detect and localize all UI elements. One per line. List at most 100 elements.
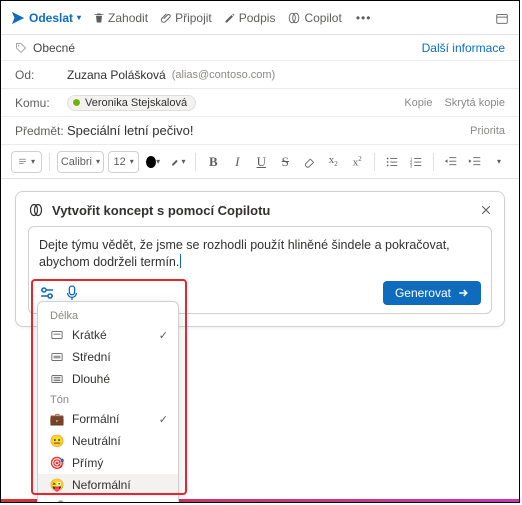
tone-option-direct[interactable]: 🎯 Přímý xyxy=(38,452,178,474)
prompt-value: Dejte týmu vědět, že jsme se rozhodli po… xyxy=(39,238,450,269)
discard-label: Zahodit xyxy=(108,11,148,25)
format-toolbar: ▾ Calibri ▾ 12 ▾ ▾ ▾ B I U S x2 x2 123 ▾ xyxy=(1,145,519,179)
length-long-icon xyxy=(50,374,64,384)
copilot-label: Copilot xyxy=(304,11,341,25)
signature-button[interactable]: Podpis xyxy=(224,11,276,25)
number-list-icon: 123 xyxy=(409,155,423,169)
priority-button[interactable]: Priorita xyxy=(470,125,505,137)
font-color-button[interactable]: ▾ xyxy=(143,151,163,173)
category-bar: Obecné Další informace xyxy=(1,35,519,61)
length-medium-icon xyxy=(50,352,64,362)
trash-icon xyxy=(93,12,105,24)
generate-button[interactable]: Generovat xyxy=(383,281,481,305)
outdent-button[interactable] xyxy=(441,151,461,173)
tag-icon xyxy=(15,42,27,54)
strike-button[interactable]: S xyxy=(275,151,295,173)
close-button[interactable] xyxy=(480,204,492,216)
more-info-link[interactable]: Další informace xyxy=(422,41,505,55)
send-label: Odeslat xyxy=(29,11,73,25)
highlight-icon xyxy=(170,155,181,169)
chevron-down-icon: ▾ xyxy=(181,157,185,166)
from-alias: (alias@contoso.com) xyxy=(172,69,275,81)
option-label: Formální xyxy=(72,412,119,426)
check-icon: ✓ xyxy=(159,413,168,426)
prompt-text[interactable]: Dejte týmu vědět, že jsme se rozhodli po… xyxy=(39,237,481,271)
send-button[interactable]: Odeslat ▾ xyxy=(11,11,81,25)
chevron-down-icon: ▾ xyxy=(31,157,35,166)
chevron-down-icon: ▾ xyxy=(130,157,134,166)
discard-button[interactable]: Zahodit xyxy=(93,11,148,25)
voice-input-button[interactable] xyxy=(65,285,79,301)
highlight-button[interactable]: ▾ xyxy=(167,151,188,173)
tone-option-neutral[interactable]: 😐 Neutrální xyxy=(38,430,178,452)
superscript-icon: x2 xyxy=(353,155,362,169)
copilot-options-popup: Délka Krátké ✓ Střední Dlouhé Tón 💼 Form… xyxy=(37,301,179,503)
tone-option-formal[interactable]: 💼 Formální ✓ xyxy=(38,408,178,430)
indent-button[interactable] xyxy=(465,151,485,173)
styles-icon xyxy=(18,156,27,168)
more-actions-button[interactable]: ••• xyxy=(356,11,372,25)
bold-button[interactable]: B xyxy=(203,151,223,173)
generate-label: Generovat xyxy=(395,286,451,300)
svg-text:3: 3 xyxy=(410,163,413,168)
numbering-button[interactable]: 123 xyxy=(406,151,426,173)
option-label: Střední xyxy=(72,350,111,364)
font-picker[interactable]: Calibri ▾ xyxy=(57,151,104,173)
font-name: Calibri xyxy=(61,156,92,168)
chevron-down-icon: ▾ xyxy=(156,157,160,166)
bullet-list-icon xyxy=(385,155,399,169)
copilot-icon xyxy=(287,11,301,25)
clear-format-button[interactable] xyxy=(299,151,319,173)
bullets-button[interactable] xyxy=(382,151,402,173)
subject-input[interactable] xyxy=(67,123,470,138)
chevron-down-icon: ▾ xyxy=(497,157,501,166)
popout-icon xyxy=(495,11,509,25)
underline-icon: U xyxy=(257,154,266,170)
from-row: Od: Zuzana Polášková (alias@contoso.com) xyxy=(1,61,519,89)
attach-button[interactable]: Připojit xyxy=(160,11,212,25)
styles-button[interactable]: ▾ xyxy=(11,151,42,173)
adjust-options-button[interactable] xyxy=(39,285,55,301)
tone-option-poem[interactable]: 🎤 Báseň xyxy=(38,496,178,503)
italic-button[interactable]: I xyxy=(227,151,247,173)
cc-button[interactable]: Kopie xyxy=(404,97,432,109)
neutral-face-icon: 😐 xyxy=(50,434,64,448)
sliders-icon xyxy=(39,285,55,301)
color-swatch-icon xyxy=(146,156,156,168)
chevron-down-icon: ▾ xyxy=(96,157,100,166)
microphone-icon xyxy=(65,285,79,301)
wink-face-icon: 😜 xyxy=(50,478,64,492)
pen-icon xyxy=(224,12,236,24)
copilot-icon xyxy=(28,202,44,218)
tone-option-casual[interactable]: 😜 Neformální xyxy=(38,474,178,496)
font-size: 12 xyxy=(113,156,125,168)
option-label: Přímý xyxy=(72,456,103,470)
send-icon xyxy=(11,11,25,25)
popout-button[interactable] xyxy=(495,11,509,25)
length-option-medium[interactable]: Střední xyxy=(38,346,178,368)
option-label: Krátké xyxy=(72,328,107,342)
format-more-button[interactable]: ▾ xyxy=(489,151,509,173)
underline-button[interactable]: U xyxy=(251,151,271,173)
length-group-label: Délka xyxy=(38,306,178,324)
to-label: Komu: xyxy=(15,96,67,110)
outdent-icon xyxy=(444,155,458,169)
briefcase-icon: 💼 xyxy=(50,412,64,426)
microphone-emoji-icon: 🎤 xyxy=(50,500,64,503)
subscript-icon: x2 xyxy=(329,154,338,168)
recipient-chip[interactable]: Veronika Stejskalová xyxy=(67,95,196,111)
bcc-button[interactable]: Skrytá kopie xyxy=(444,97,505,109)
subscript-button[interactable]: x2 xyxy=(323,151,343,173)
option-label: Neformální xyxy=(72,478,131,492)
length-option-short[interactable]: Krátké ✓ xyxy=(38,324,178,346)
font-size-picker[interactable]: 12 ▾ xyxy=(108,151,139,173)
copilot-menu-button[interactable]: Copilot xyxy=(287,11,341,25)
from-name[interactable]: Zuzana Polášková xyxy=(67,68,166,82)
bold-icon: B xyxy=(209,154,218,170)
superscript-button[interactable]: x2 xyxy=(347,151,367,173)
copilot-card-header: Vytvořit koncept s pomocí Copilotu xyxy=(28,202,492,218)
italic-icon: I xyxy=(235,154,239,170)
chevron-down-icon: ▾ xyxy=(77,13,81,22)
subject-row: Předmět: Priorita xyxy=(1,117,519,145)
length-option-long[interactable]: Dlouhé xyxy=(38,368,178,390)
